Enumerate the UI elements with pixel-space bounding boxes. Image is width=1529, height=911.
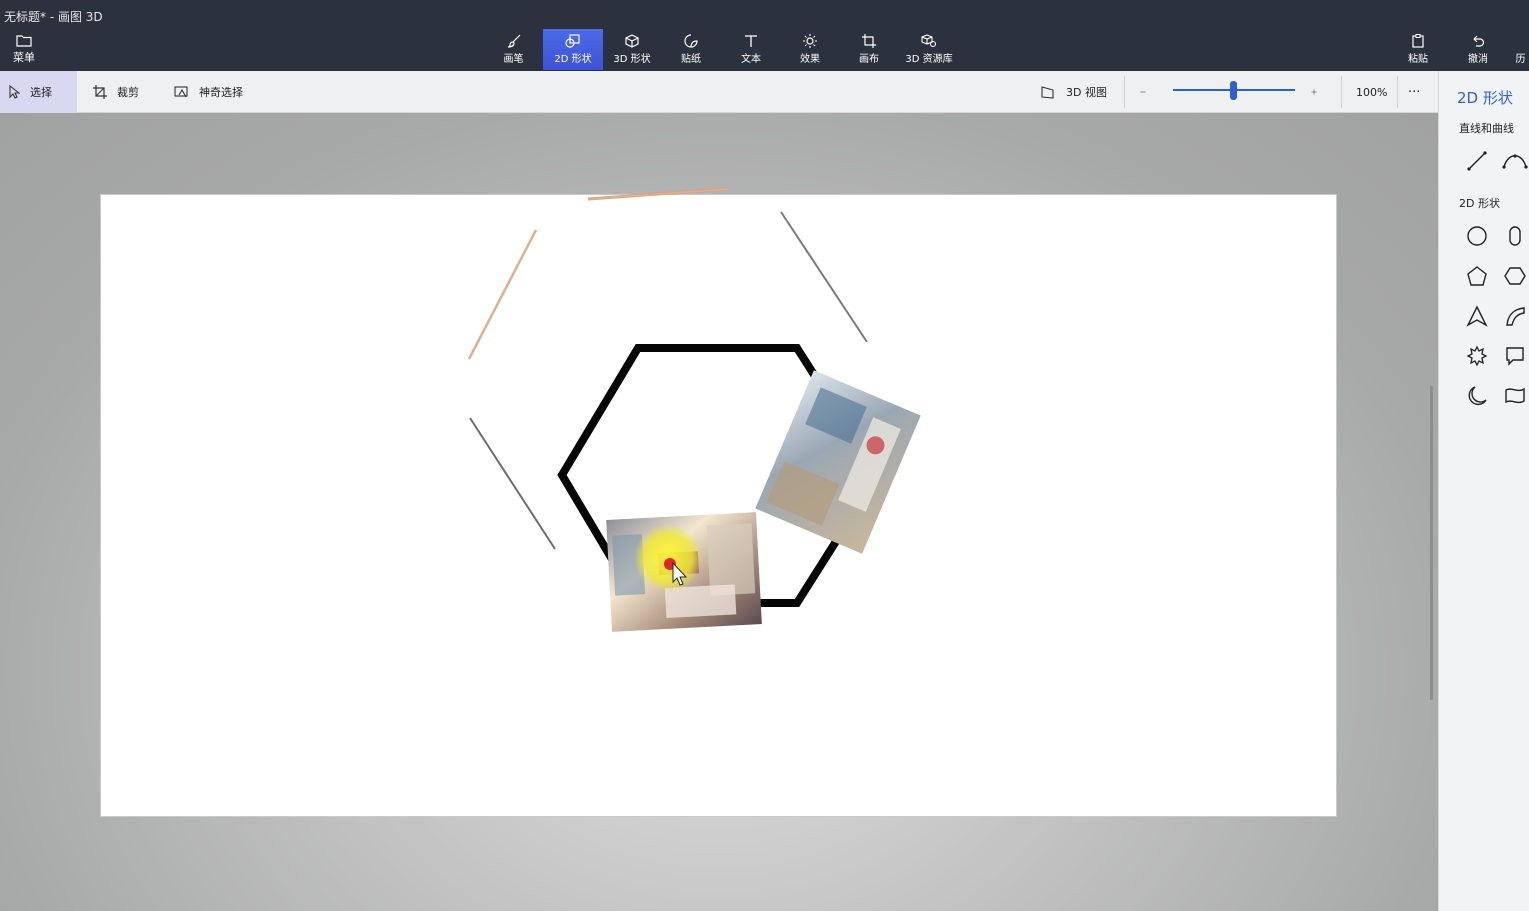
divider	[1124, 76, 1125, 108]
tool-stickers[interactable]: 贴纸	[670, 29, 712, 70]
circle-icon	[1467, 226, 1487, 246]
view-3d-toggle[interactable]: 3D 视图	[1040, 71, 1107, 113]
zoom-percent[interactable]: 100%	[1356, 71, 1387, 113]
crop-label: 裁剪	[117, 86, 139, 99]
curve-tool-button[interactable]	[1501, 147, 1529, 175]
more-options-button[interactable]: ···	[1408, 71, 1420, 113]
cursor-arrow-icon	[9, 85, 20, 99]
undo-icon	[1473, 35, 1485, 47]
tool-label: 画布	[859, 54, 879, 65]
3d-library-icon	[921, 34, 937, 48]
menu-button[interactable]: 菜单	[8, 34, 40, 66]
tool-canvas[interactable]: 画布	[848, 29, 890, 70]
section-lines-curves: 直线和曲线	[1459, 122, 1514, 135]
3d-view-icon	[1041, 86, 1054, 99]
tool-label: 3D 资源库	[905, 54, 953, 65]
tool-text[interactable]: 文本	[730, 29, 772, 70]
crop-button[interactable]: 裁剪	[92, 71, 139, 113]
hexagon-shape-button[interactable]	[1501, 262, 1529, 290]
select-button[interactable]: 选择	[0, 71, 77, 113]
banner-shape-button[interactable]	[1501, 382, 1529, 410]
history-label: 历	[1515, 54, 1526, 65]
divider	[1397, 76, 1398, 108]
sticker-icon	[684, 34, 698, 48]
minus-icon	[1140, 91, 1146, 93]
divider	[1341, 76, 1342, 108]
tool-label: 3D 形状	[613, 54, 651, 65]
tool-brushes[interactable]: 画笔	[493, 29, 534, 70]
paste-label: 粘贴	[1408, 54, 1428, 65]
speech-bubble-icon	[1506, 347, 1524, 366]
crop-canvas-icon	[862, 34, 876, 48]
menu-label: 菜单	[13, 51, 35, 64]
tool-3d-library[interactable]: 3D 资源库	[903, 29, 955, 70]
circle-shape-button[interactable]	[1463, 222, 1491, 250]
view-3d-label: 3D 视图	[1066, 86, 1107, 99]
side-panel: 2D 形状 直线和曲线 2D 形状	[1438, 71, 1529, 911]
callout-shape-button[interactable]	[1501, 342, 1529, 370]
arrowhead-icon	[1466, 305, 1488, 327]
undo-label: 撤消	[1468, 54, 1488, 65]
zoom-slider-thumb[interactable]	[1230, 81, 1237, 100]
tool-label: 画笔	[503, 54, 524, 65]
tool-label: 2D 形状	[554, 54, 592, 65]
window-title: 无标题* - 画图 3D	[4, 10, 103, 24]
quarter-shape-button[interactable]	[1501, 302, 1529, 330]
text-icon	[745, 35, 757, 47]
cube-icon	[625, 34, 639, 48]
pentagon-shape-button[interactable]	[1463, 262, 1491, 290]
moon-icon	[1468, 386, 1487, 406]
arrow-shape-button[interactable]	[1463, 302, 1491, 330]
tool-2d-shapes[interactable]: 2D 形状	[543, 29, 603, 70]
curve-icon	[1502, 154, 1528, 169]
zoom-in-button[interactable]	[1311, 71, 1327, 113]
hexagon-icon	[1504, 267, 1526, 285]
zoom-out-button[interactable]	[1140, 71, 1156, 113]
capsule-shape-button[interactable]	[1501, 222, 1529, 250]
brush-icon	[507, 34, 520, 48]
sun-icon	[803, 34, 817, 48]
select-label: 选择	[30, 86, 52, 99]
history-button[interactable]: 历	[1512, 29, 1529, 70]
line-icon	[1467, 151, 1487, 171]
paste-icon	[1412, 34, 1424, 48]
2d-shapes-icon	[565, 34, 580, 48]
banner-icon	[1505, 387, 1525, 404]
tool-effects[interactable]: 效果	[789, 29, 831, 70]
tool-label: 效果	[800, 54, 820, 65]
tool-label: 文本	[741, 54, 761, 65]
folder-icon	[16, 35, 32, 47]
side-panel-scrollbar[interactable]	[1430, 386, 1433, 700]
burst-icon	[1466, 345, 1488, 367]
panel-title: 2D 形状	[1457, 89, 1513, 107]
line-tool-button[interactable]	[1463, 147, 1491, 175]
magic-select-label: 神奇选择	[199, 86, 243, 99]
canvas[interactable]	[101, 195, 1336, 816]
crop-icon	[93, 85, 107, 99]
tool-label: 贴纸	[681, 54, 701, 65]
tool-3d-shapes[interactable]: 3D 形状	[603, 29, 661, 70]
section-2d-shapes: 2D 形状	[1459, 197, 1500, 210]
magic-select-button[interactable]: 神奇选择	[174, 71, 243, 113]
burst-shape-button[interactable]	[1463, 342, 1491, 370]
pentagon-icon	[1467, 266, 1487, 286]
plus-icon	[1311, 89, 1317, 95]
capsule-icon	[1509, 226, 1521, 246]
moon-shape-button[interactable]	[1463, 382, 1491, 410]
magic-select-icon	[174, 86, 188, 98]
paste-button[interactable]: 粘贴	[1398, 29, 1438, 70]
undo-button[interactable]: 撤消	[1458, 29, 1498, 70]
history-icon	[1513, 34, 1529, 48]
quarter-curve-icon	[1506, 307, 1525, 326]
title-bar: 无标题* - 画图 3D 菜单 画笔 2D 形状 3D 形状 贴纸 文本 效果 …	[0, 0, 1529, 71]
